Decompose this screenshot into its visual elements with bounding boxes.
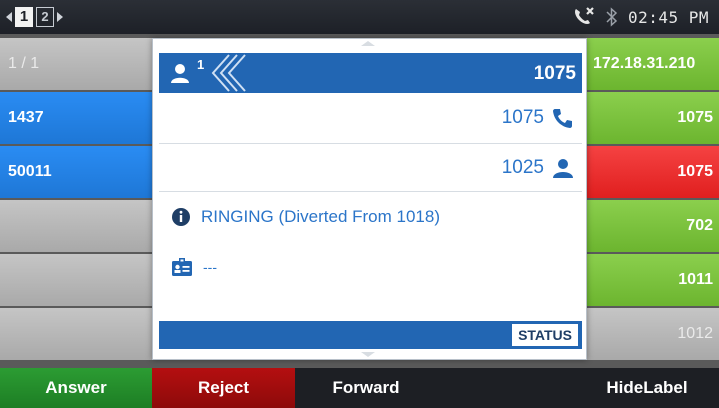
- line-key-702[interactable]: 702: [587, 200, 719, 252]
- right-line-keys: 172.18.31.210 1075 1075 702 1011 1012: [587, 38, 719, 362]
- line-key-empty[interactable]: [0, 254, 152, 306]
- page-1[interactable]: 1: [15, 7, 33, 27]
- page-indicator[interactable]: 1 2: [6, 7, 63, 27]
- info-icon: [172, 208, 190, 226]
- callee-number: 1025: [501, 157, 544, 178]
- caller-number: 1075: [501, 107, 544, 128]
- divider: [159, 143, 582, 144]
- line-key-empty[interactable]: [0, 308, 152, 360]
- divider: [159, 191, 582, 192]
- line-key-1012[interactable]: 1012: [587, 308, 719, 360]
- line-key-1011[interactable]: 1011: [587, 254, 719, 306]
- scroll-down-icon: [361, 352, 375, 357]
- line-key-50011[interactable]: 50011: [0, 146, 152, 198]
- left-line-keys: 1 / 1 1437 50011: [0, 38, 152, 362]
- clock: 02:45 PM: [627, 7, 709, 27]
- line-key-1075[interactable]: 1075: [587, 92, 719, 144]
- page-left-icon[interactable]: [6, 12, 12, 22]
- line-key-ip-address[interactable]: 172.18.31.210: [587, 38, 719, 90]
- page-2[interactable]: 2: [36, 7, 54, 27]
- status-tab-bar: STATUS: [159, 321, 582, 349]
- page-right-icon[interactable]: [57, 12, 63, 22]
- hide-label-button[interactable]: HideLabel: [575, 368, 719, 408]
- incoming-chevrons-icon: [211, 54, 246, 92]
- callee-row: 1025: [502, 157, 574, 179]
- account-icon: [171, 64, 189, 83]
- scroll-up-icon: [361, 41, 375, 46]
- status-text: RINGING (Diverted From 1018): [201, 207, 440, 226]
- line-key-empty[interactable]: [0, 200, 152, 252]
- caller-row: 1075: [502, 107, 574, 129]
- call-status: RINGING (Diverted From 1018): [171, 207, 440, 227]
- line-number: 1: [197, 57, 205, 72]
- missed-call-icon: [574, 7, 594, 24]
- line-key-1437[interactable]: 1437: [0, 92, 152, 144]
- answer-button[interactable]: Answer: [0, 368, 152, 408]
- contact-info: ---: [171, 257, 217, 277]
- header-number: 1075: [533, 63, 576, 84]
- status-tab[interactable]: STATUS: [512, 324, 578, 346]
- call-header: 1 1075: [159, 53, 582, 93]
- contact-card-icon: [172, 258, 192, 276]
- contact-person-icon: [553, 159, 573, 178]
- line-key-page-indicator: 1 / 1: [0, 38, 152, 90]
- forward-button[interactable]: Forward: [295, 368, 437, 408]
- bluetooth-icon: [606, 7, 618, 27]
- line-key-1075-busy[interactable]: 1075: [587, 146, 719, 198]
- reject-button[interactable]: Reject: [152, 368, 295, 408]
- incoming-call-popup: 1 1075 1075 1025 RINGING (Diverted From …: [152, 38, 587, 360]
- blank-softkey: [437, 368, 575, 408]
- status-bar: 1 2 02:45 PM: [0, 0, 719, 34]
- softkey-bar: Answer Reject Forward HideLabel: [0, 368, 719, 408]
- phone-icon: [553, 109, 572, 128]
- contact-text: ---: [203, 259, 217, 275]
